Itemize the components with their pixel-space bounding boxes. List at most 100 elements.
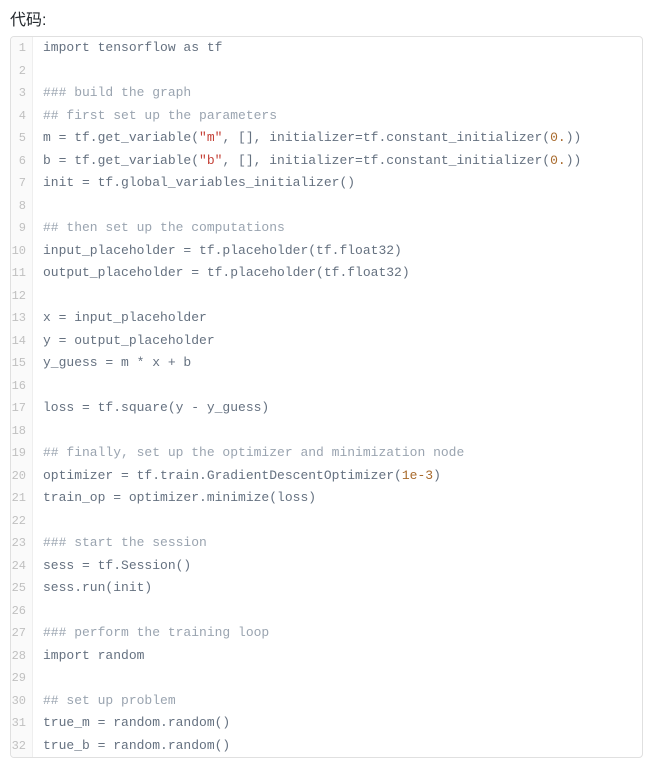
line-number: 8	[11, 195, 33, 218]
line-number: 10	[11, 240, 33, 263]
code-token: y = output_placeholder	[43, 333, 215, 348]
line-number: 21	[11, 487, 33, 510]
line-content: true_b = random.random()	[33, 735, 230, 758]
code-token: m = tf.get_variable(	[43, 130, 199, 145]
code-token: sess = tf.Session()	[43, 558, 191, 573]
code-token: loss = tf.square(y - y_guess)	[43, 400, 269, 415]
code-line: 19 ## finally, set up the optimizer and m…	[11, 442, 642, 465]
code-token: y_guess = m * x + b	[43, 355, 191, 370]
code-line: 5m = tf.get_variable("m", [], initialize…	[11, 127, 642, 150]
line-number: 1	[11, 37, 33, 60]
line-content: m = tf.get_variable("m", [], initializer…	[33, 127, 581, 150]
line-content: train_op = optimizer.minimize(loss)	[33, 487, 316, 510]
code-token: true_m = random.random()	[43, 715, 230, 730]
code-line: 11output_placeholder = tf.placeholder(tf…	[11, 262, 642, 285]
line-number: 14	[11, 330, 33, 353]
line-number: 4	[11, 105, 33, 128]
line-content: true_m = random.random()	[33, 712, 230, 735]
code-token: , [], initializer=tf.constant_initialize…	[222, 153, 550, 168]
line-number: 15	[11, 352, 33, 375]
code-line: 22	[11, 510, 642, 533]
line-number: 26	[11, 600, 33, 623]
line-number: 28	[11, 645, 33, 668]
line-number: 16	[11, 375, 33, 398]
code-token: )	[433, 468, 441, 483]
line-content: optimizer = tf.train.GradientDescentOpti…	[33, 465, 441, 488]
code-token: "m"	[199, 130, 222, 145]
line-content: ### perform the training loop	[33, 622, 269, 645]
line-number: 7	[11, 172, 33, 195]
code-token: true_b = random.random()	[43, 738, 230, 753]
line-content: sess = tf.Session()	[33, 555, 191, 578]
line-number: 22	[11, 510, 33, 533]
code-line: 9 ## then set up the computations	[11, 217, 642, 240]
code-line: 30 ## set up problem	[11, 690, 642, 713]
code-line: 28 import random	[11, 645, 642, 668]
line-content: ## then set up the computations	[33, 217, 285, 240]
code-line: 26	[11, 600, 642, 623]
line-content: init = tf.global_variables_initializer()	[33, 172, 355, 195]
line-content: ## finally, set up the optimizer and min…	[33, 442, 464, 465]
line-content: ### build the graph	[33, 82, 191, 105]
line-content: ### start the session	[33, 532, 207, 555]
line-number: 31	[11, 712, 33, 735]
code-token: 1e-3	[402, 468, 433, 483]
code-token: ## set up problem	[43, 693, 176, 708]
code-token: train_op = optimizer.minimize(loss)	[43, 490, 316, 505]
code-line: 17 loss = tf.square(y - y_guess)	[11, 397, 642, 420]
code-line: 3### build the graph	[11, 82, 642, 105]
line-content: import random	[33, 645, 144, 668]
code-line: 31 true_m = random.random()	[11, 712, 642, 735]
line-content: import tensorflow as tf	[33, 37, 222, 60]
code-token: ## finally, set up the optimizer and min…	[43, 445, 464, 460]
code-line: 2	[11, 60, 642, 83]
line-number: 12	[11, 285, 33, 308]
line-number: 18	[11, 420, 33, 443]
code-line: 13 x = input_placeholder	[11, 307, 642, 330]
code-line: 8	[11, 195, 642, 218]
line-number: 9	[11, 217, 33, 240]
line-number: 29	[11, 667, 33, 690]
code-line: 15 y_guess = m * x + b	[11, 352, 642, 375]
code-token: "b"	[199, 153, 222, 168]
code-token: , [], initializer=tf.constant_initialize…	[222, 130, 550, 145]
line-number: 2	[11, 60, 33, 83]
code-line: 24sess = tf.Session()	[11, 555, 642, 578]
line-content: y = output_placeholder	[33, 330, 215, 353]
code-line: 18	[11, 420, 642, 443]
code-token: init = tf.global_variables_initializer()	[43, 175, 355, 190]
line-number: 23	[11, 532, 33, 555]
line-number: 25	[11, 577, 33, 600]
code-token: input_placeholder = tf.placeholder(tf.fl…	[43, 243, 402, 258]
line-number: 19	[11, 442, 33, 465]
code-line: 23### start the session	[11, 532, 642, 555]
code-token: output_placeholder = tf.placeholder(tf.f…	[43, 265, 410, 280]
line-number: 6	[11, 150, 33, 173]
line-content: b = tf.get_variable("b", [], initializer…	[33, 150, 581, 173]
code-line: 14 y = output_placeholder	[11, 330, 642, 353]
code-token: import tensorflow as tf	[43, 40, 222, 55]
code-line: 29	[11, 667, 642, 690]
code-token: x = input_placeholder	[43, 310, 207, 325]
code-line: 32 true_b = random.random()	[11, 735, 642, 758]
code-line: 1 import tensorflow as tf	[11, 37, 642, 60]
line-number: 5	[11, 127, 33, 150]
code-line: 21 train_op = optimizer.minimize(loss)	[11, 487, 642, 510]
line-content: output_placeholder = tf.placeholder(tf.f…	[33, 262, 410, 285]
code-token: import random	[43, 648, 144, 663]
line-number: 30	[11, 690, 33, 713]
line-content: sess.run(init)	[33, 577, 152, 600]
line-number: 17	[11, 397, 33, 420]
code-line: 27### perform the training loop	[11, 622, 642, 645]
line-number: 32	[11, 735, 33, 758]
line-content: y_guess = m * x + b	[33, 352, 191, 375]
code-token: ## then set up the computations	[43, 220, 285, 235]
code-line: 7 init = tf.global_variables_initializer(…	[11, 172, 642, 195]
code-token: sess.run(init)	[43, 580, 152, 595]
line-number: 13	[11, 307, 33, 330]
line-content: ## first set up the parameters	[33, 105, 277, 128]
line-content: x = input_placeholder	[33, 307, 207, 330]
code-token: ))	[566, 153, 582, 168]
code-snippet-container: 代码: 1import tensorflow as tf23### build …	[0, 0, 653, 758]
code-token: 0.	[550, 130, 566, 145]
